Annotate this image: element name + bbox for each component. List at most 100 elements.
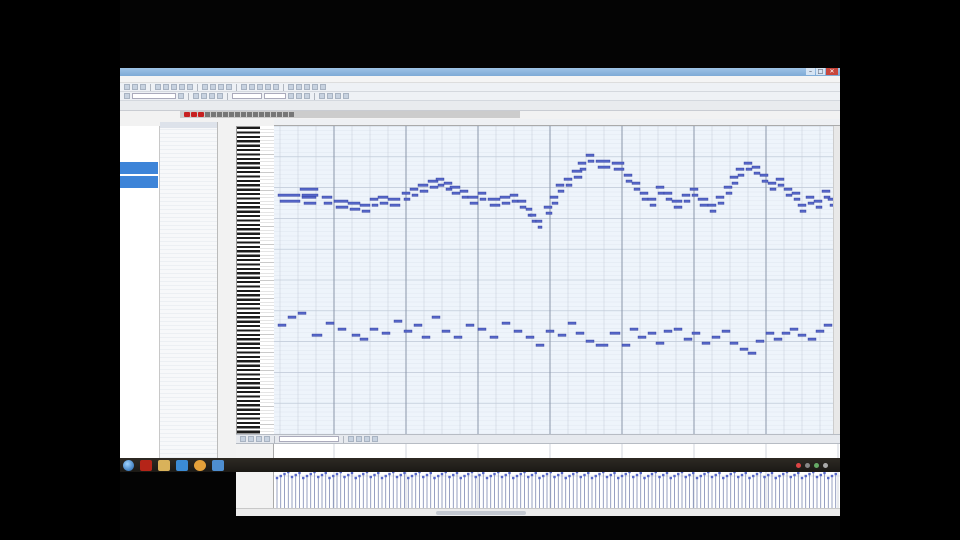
copy-icon[interactable] [163,84,169,90]
play-icon[interactable] [241,84,247,90]
track-cell[interactable] [235,112,240,117]
snap-select[interactable] [264,93,286,99]
piano-roll-grid[interactable] [274,126,838,434]
record-icon[interactable] [257,84,263,90]
track-cell[interactable] [223,112,228,117]
redo-icon[interactable] [187,84,193,90]
note [545,329,555,333]
note [641,197,649,201]
pointer-tool-icon[interactable] [202,84,208,90]
transpose-icon[interactable] [209,93,215,99]
zoom-out-icon[interactable] [356,436,362,442]
dropdown-icon[interactable] [178,93,184,99]
minimize-button[interactable]: – [806,68,815,75]
track-cell[interactable] [271,112,276,117]
track-cell[interactable] [283,112,288,117]
title-bar[interactable]: – □ ✕ [120,68,840,76]
daw-icon[interactable] [212,459,224,471]
line-tool-icon[interactable] [248,436,254,442]
curve-tool-icon[interactable] [256,436,262,442]
track-cell[interactable] [247,112,252,117]
dotted-note-icon[interactable] [304,93,310,99]
track-cell[interactable] [241,112,246,117]
open-folder-icon[interactable] [132,84,138,90]
track-cell[interactable] [217,112,222,117]
scrollbar-thumb[interactable] [436,511,526,515]
undo-icon[interactable] [179,84,185,90]
track-item-selected[interactable] [120,162,158,174]
track-cell[interactable] [229,112,234,117]
track-cell[interactable] [277,112,282,117]
cut-icon[interactable] [155,84,161,90]
track-strip[interactable] [180,111,520,118]
gear-icon[interactable] [372,436,378,442]
velocity-handle [324,471,327,475]
controller-tool-icon[interactable] [240,436,246,442]
grid-icon[interactable] [288,84,294,90]
forward-icon[interactable] [273,84,279,90]
view-piano-roll-icon[interactable] [319,93,325,99]
note [699,203,709,207]
controller-select[interactable] [279,436,339,442]
record-track-icon[interactable] [184,112,190,117]
grid-select[interactable] [132,93,176,99]
new-file-icon[interactable] [124,84,130,90]
folder-icon[interactable] [158,459,170,471]
paste-icon[interactable] [171,84,177,90]
view-list-icon[interactable] [335,93,341,99]
track-cell[interactable] [211,112,216,117]
settings-icon[interactable] [343,93,349,99]
velocity-pane[interactable] [274,444,840,508]
record-track-icon[interactable] [191,112,197,117]
loop-icon[interactable] [304,84,310,90]
start-orb-icon[interactable] [123,459,134,471]
tray-icon[interactable] [796,462,801,468]
track-cell[interactable] [265,112,270,117]
measure-ruler[interactable] [274,119,840,126]
eraser-tool-icon[interactable] [218,84,224,90]
select-all-icon[interactable] [193,93,199,99]
track-cell[interactable] [259,112,264,117]
zoom-in-icon[interactable] [348,436,354,442]
tray-icon[interactable] [805,462,810,468]
track-cell[interactable] [289,112,294,117]
track-cell[interactable] [253,112,258,117]
maximize-button[interactable]: □ [816,68,825,75]
note [277,193,301,197]
note [379,201,389,205]
velocity-icon[interactable] [217,93,223,99]
event-list[interactable] [160,122,218,458]
volume-icon[interactable] [823,462,828,468]
app-icon[interactable] [194,459,206,471]
lock-icon[interactable] [364,436,370,442]
vertical-scrollbar[interactable] [833,126,840,434]
close-button[interactable]: ✕ [826,68,838,75]
pencil-tool-icon[interactable] [264,436,270,442]
triplet-icon[interactable] [296,93,302,99]
rewind-icon[interactable] [265,84,271,90]
stop-icon[interactable] [249,84,255,90]
note-length-icon[interactable] [288,93,294,99]
velocity-handle [770,471,774,475]
pencil-tool-icon[interactable] [210,84,216,90]
record-track-icon[interactable] [198,112,204,117]
snap-icon[interactable] [296,84,302,90]
metronome-icon[interactable] [312,84,318,90]
tray-icon[interactable] [814,462,819,468]
zoom-icon[interactable] [226,84,232,90]
quantize-select[interactable] [232,93,262,99]
track-icon[interactable] [124,93,130,99]
note [663,329,673,333]
save-icon[interactable] [140,84,146,90]
track-cell[interactable] [205,112,210,117]
note [657,191,665,195]
track-item-selected[interactable] [120,176,158,188]
white-keys[interactable] [260,126,274,434]
media-icon[interactable] [140,459,152,471]
browser-icon[interactable] [176,459,188,471]
horizontal-scrollbar[interactable] [236,508,840,516]
mixer-icon[interactable] [320,84,326,90]
view-score-icon[interactable] [327,93,333,99]
quantize-icon[interactable] [201,93,207,99]
velocity-handle [590,476,594,480]
